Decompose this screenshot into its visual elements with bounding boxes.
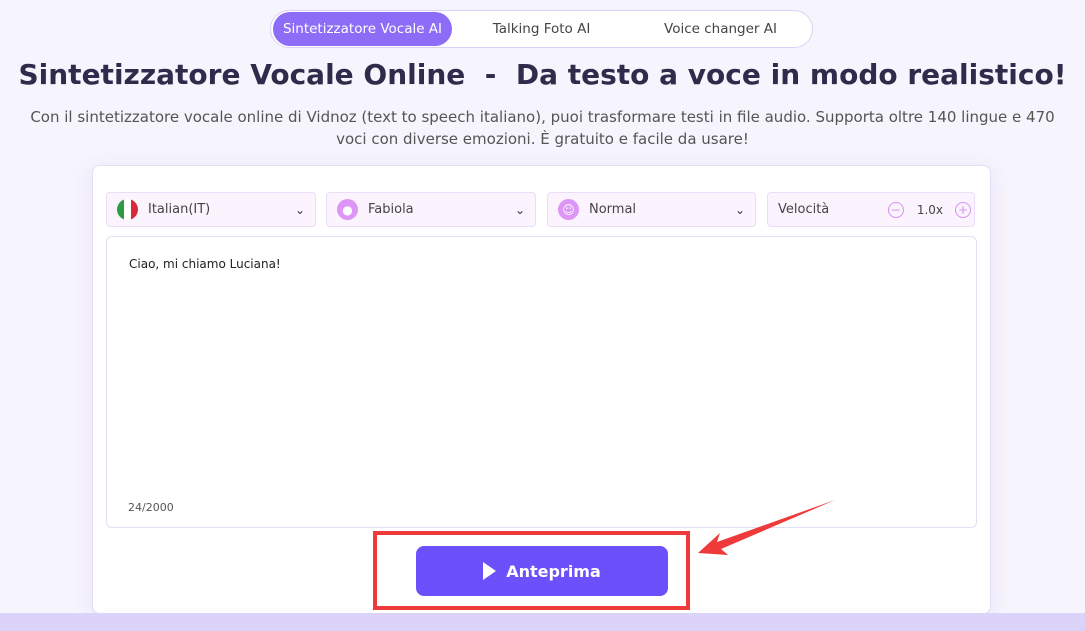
speed-control: Velocità − 1.0x + xyxy=(767,192,975,227)
page-bottom-band xyxy=(0,613,1085,631)
chevron-down-icon: ⌄ xyxy=(514,202,525,217)
page-subtitle: Con il sintetizzatore vocale online di V… xyxy=(30,108,1055,148)
emotion-select[interactable]: ☺ Normal ⌄ xyxy=(547,192,756,227)
tab-sintetizzatore[interactable]: Sintetizzatore Vocale AI xyxy=(273,12,452,46)
tab-voice-changer[interactable]: Voice changer AI xyxy=(631,12,810,46)
annotation-arrow xyxy=(698,500,835,555)
preview-label: Anteprima xyxy=(506,561,601,581)
voice-value: Fabiola xyxy=(368,202,414,217)
language-select[interactable]: Italian(IT) ⌄ xyxy=(106,192,316,227)
language-value: Italian(IT) xyxy=(148,202,211,217)
minus-icon[interactable]: − xyxy=(887,201,904,218)
text-input-value: Ciao, mi chiamo Luciana! xyxy=(129,257,281,271)
chevron-down-icon: ⌄ xyxy=(294,202,305,217)
tab-talking-foto[interactable]: Talking Foto AI xyxy=(452,12,631,46)
speed-label: Velocità xyxy=(778,202,830,217)
tool-tabs: Sintetizzatore Vocale AI Talking Foto AI… xyxy=(270,10,813,48)
italy-flag-icon xyxy=(117,199,138,220)
user-icon: ● xyxy=(337,199,358,220)
plus-icon[interactable]: + xyxy=(955,201,971,218)
voice-select[interactable]: ● Fabiola ⌄ xyxy=(326,192,536,227)
chevron-down-icon: ⌄ xyxy=(734,202,745,217)
smiley-icon: ☺ xyxy=(558,199,579,220)
speed-value: 1.0x xyxy=(916,202,943,217)
emotion-value: Normal xyxy=(589,202,637,217)
character-counter: 24/2000 xyxy=(128,501,174,514)
play-icon xyxy=(483,562,497,580)
preview-button[interactable]: Anteprima xyxy=(416,546,668,596)
page-title: Sintetizzatore Vocale Online - Da testo … xyxy=(18,58,1067,91)
text-input[interactable]: Ciao, mi chiamo Luciana! xyxy=(106,236,977,528)
